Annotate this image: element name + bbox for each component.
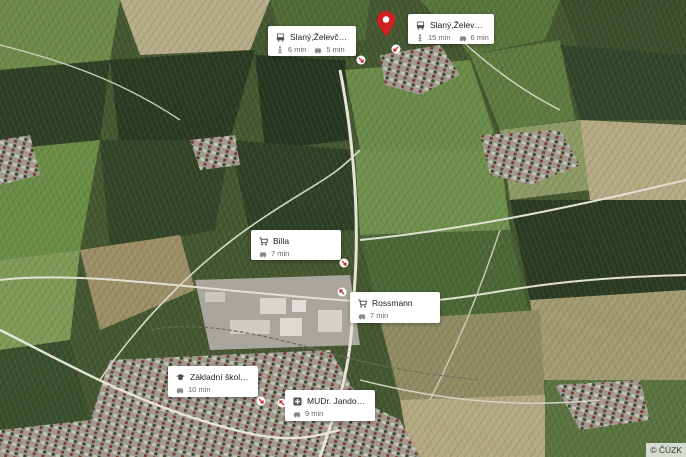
cart-icon [259, 236, 268, 246]
poi-name: Základní škola Sl... [190, 372, 250, 382]
poi-callout-bus-stop-2[interactable]: Slaný,Želevčice,O... 15 min 6 min [408, 14, 494, 44]
poi-name: Slaný,Želevčice,O... [430, 20, 486, 30]
poi-name: Rossmann [372, 298, 413, 308]
walk-time: 15 min [428, 33, 451, 42]
car-icon [293, 410, 301, 418]
walk-icon [416, 34, 424, 42]
car-time: 7 min [370, 311, 389, 320]
school-icon [176, 373, 185, 382]
car-time: 7 min [271, 249, 290, 258]
car-time: 10 min [188, 385, 211, 394]
poi-callout-doctor[interactable]: MUDr. Jandourko... 9 min [285, 390, 375, 421]
car-icon [358, 312, 366, 320]
poi-name: Billa [273, 236, 290, 246]
car-time: 5 min [326, 45, 345, 54]
car-icon [176, 386, 184, 394]
bus-icon [276, 32, 285, 42]
car-time: 9 min [305, 409, 324, 418]
poi-pointer-arrow [256, 396, 266, 406]
poi-callout-school[interactable]: Základní škola Sl... 10 min [168, 366, 258, 397]
car-time: 6 min [470, 33, 489, 42]
poi-callout-rossmann[interactable]: Rossmann 7 min [350, 292, 440, 323]
walk-icon [276, 46, 284, 54]
poi-name: MUDr. Jandourko... [307, 396, 367, 406]
poi-pointer-arrow [356, 55, 366, 65]
car-icon [459, 34, 467, 42]
walk-time: 6 min [288, 45, 307, 54]
map-copyright: © ČÚZK [646, 443, 686, 457]
satellite-map[interactable] [0, 0, 686, 457]
poi-pointer-arrow [277, 398, 287, 408]
poi-pointer-arrow [391, 44, 401, 54]
location-pin-icon[interactable] [376, 10, 396, 38]
car-icon [259, 250, 267, 258]
poi-pointer-arrow [339, 258, 349, 268]
bus-icon [416, 20, 425, 30]
poi-callout-bus-stop-1[interactable]: Slaný,Želevčice 6 min 5 min [268, 26, 356, 56]
poi-pointer-arrow [337, 287, 347, 297]
poi-name: Slaný,Želevčice [290, 32, 348, 42]
car-icon [314, 46, 322, 54]
poi-callout-billa[interactable]: Billa 7 min [251, 230, 341, 260]
cart-icon [358, 298, 367, 308]
medical-icon [293, 396, 302, 406]
